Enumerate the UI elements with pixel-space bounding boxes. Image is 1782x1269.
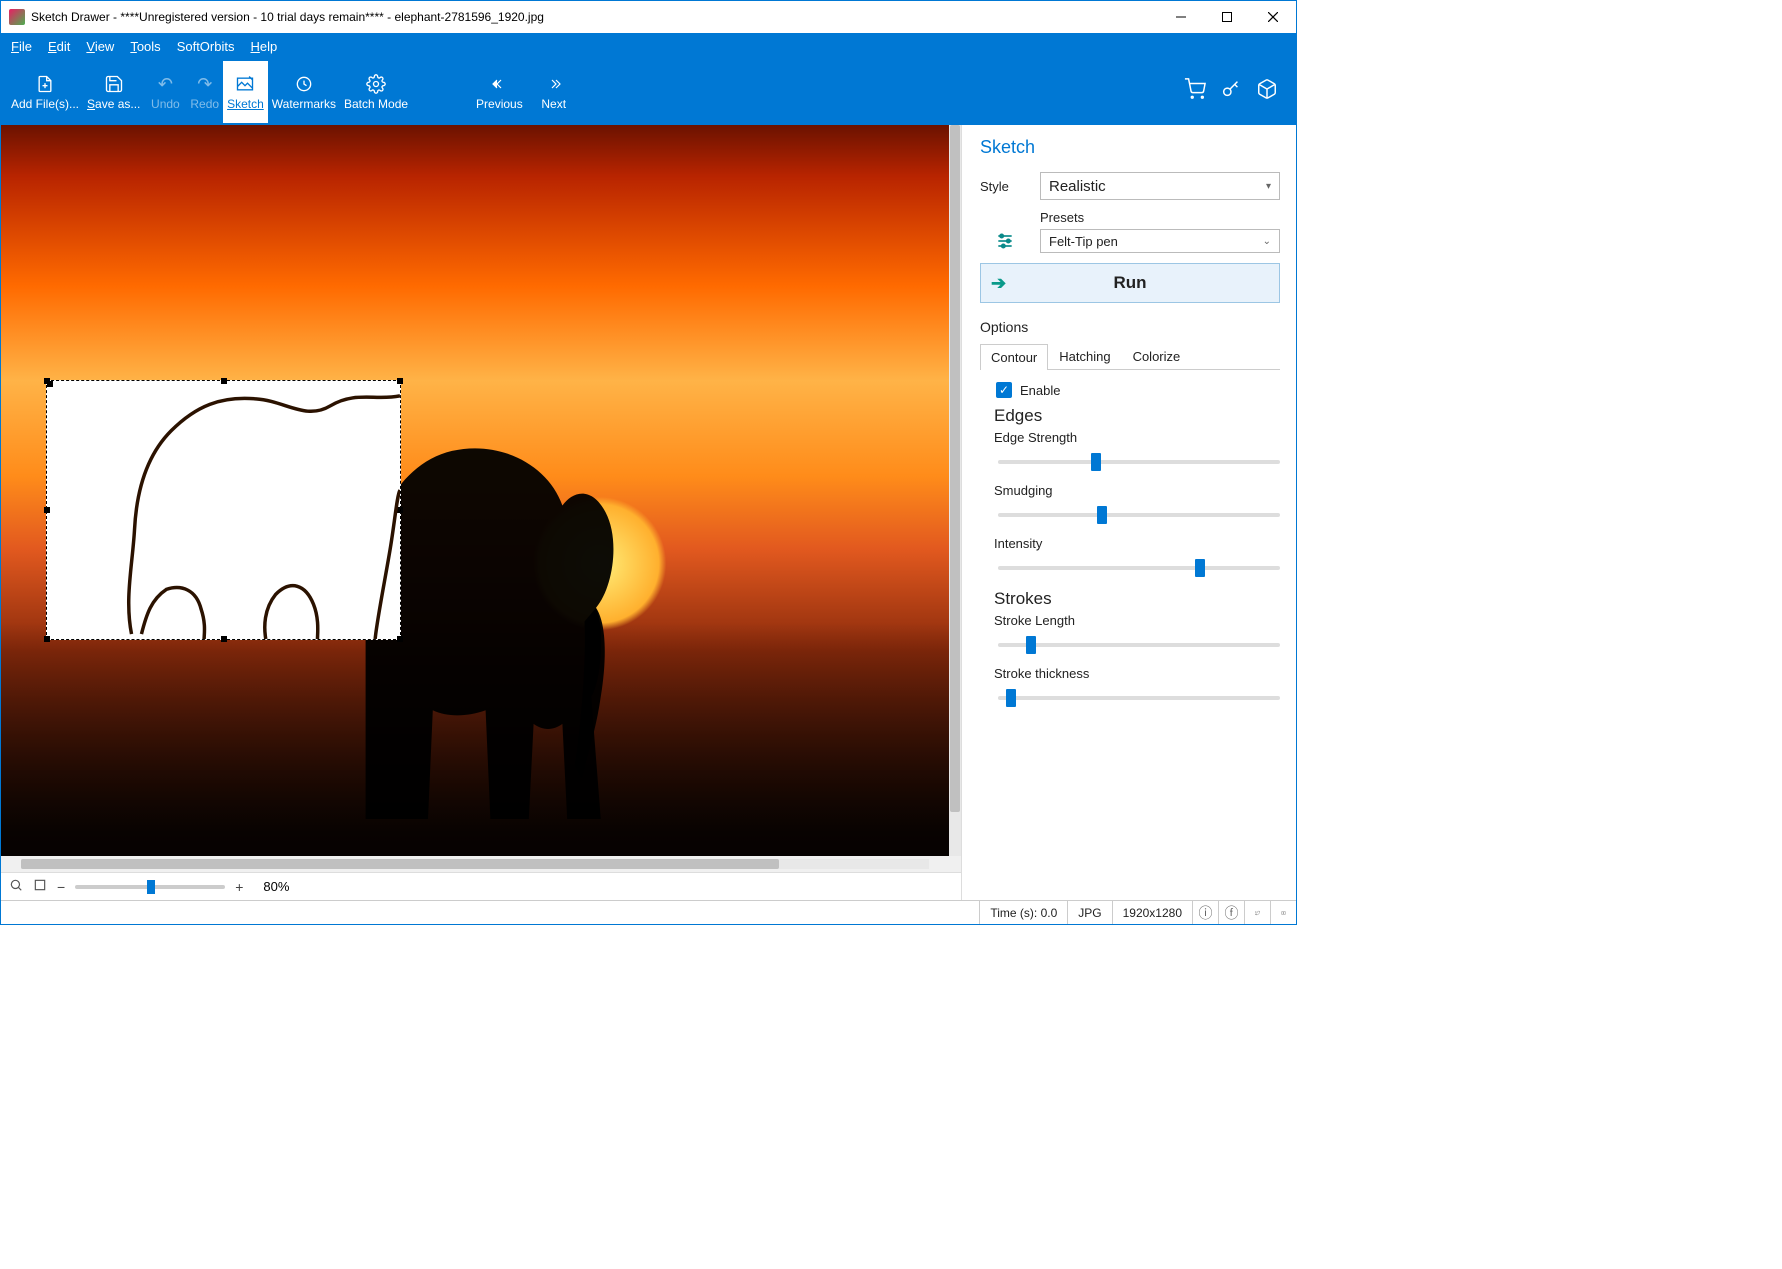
next-button[interactable]: Next [533,61,575,123]
canvas[interactable] [1,125,961,856]
menu-edit[interactable]: Edit [48,39,70,54]
save-icon [104,73,124,95]
stroke-length-slider[interactable] [998,636,1280,654]
zoom-bar: − + 80% [1,872,961,900]
intensity-slider[interactable] [998,559,1280,577]
edge-strength-label: Edge Strength [994,430,1280,445]
previous-button[interactable]: Previous [472,61,527,123]
options-label: Options [980,319,1280,335]
app-icon [9,9,25,25]
chevron-down-icon: ⌄ [1263,236,1271,247]
style-select[interactable]: Realistic ▾ [1040,172,1280,200]
watermark-icon [294,73,314,95]
titlebar: Sketch Drawer - ****Unregistered version… [1,1,1296,33]
tab-colorize[interactable]: Colorize [1122,343,1192,369]
sketch-button[interactable]: Sketch [223,61,268,123]
menu-view[interactable]: View [86,39,114,54]
style-label: Style [980,179,1030,194]
key-icon[interactable] [1220,78,1242,106]
run-arrow-icon: ➔ [991,273,1006,294]
options-tabs: Contour Hatching Colorize [980,343,1280,370]
toolbar: Add File(s)... Save as... ↶ Undo ↷ Redo … [1,59,1296,125]
arrow-right-icon [544,73,564,95]
edge-strength-slider[interactable] [998,453,1280,471]
zoom-out-icon[interactable]: − [57,879,65,895]
facebook-icon[interactable]: ⓕ [1218,901,1244,924]
batch-mode-button[interactable]: Batch Mode [340,61,412,123]
panel-heading: Sketch [980,137,1280,158]
zoom-slider[interactable] [75,885,225,889]
gear-icon [366,73,386,95]
menubar: File Edit View Tools SoftOrbits Help [1,33,1296,59]
edges-heading: Edges [994,406,1280,426]
horizontal-scrollbar[interactable] [1,856,949,872]
intensity-label: Intensity [994,536,1280,551]
tab-contour[interactable]: Contour [980,344,1048,370]
cart-icon[interactable] [1184,78,1206,106]
stroke-thickness-label: Stroke thickness [994,666,1280,681]
strokes-heading: Strokes [994,589,1280,609]
zoom-percent: 80% [263,879,289,894]
close-button[interactable] [1250,1,1296,33]
zoom-fit-icon[interactable] [33,878,47,895]
undo-icon: ↶ [158,73,173,95]
maximize-button[interactable] [1204,1,1250,33]
checkbox-checked-icon: ✓ [996,382,1012,398]
stroke-length-label: Stroke Length [994,613,1280,628]
redo-icon: ↷ [197,73,212,95]
sliders-icon[interactable] [980,229,1030,253]
menu-tools[interactable]: Tools [130,39,160,54]
youtube-icon[interactable] [1270,901,1296,924]
arrow-left-icon [489,73,509,95]
menu-file[interactable]: File [11,39,32,54]
smudging-slider[interactable] [998,506,1280,524]
package-icon[interactable] [1256,78,1278,106]
tab-hatching[interactable]: Hatching [1048,343,1121,369]
enable-checkbox[interactable]: ✓ Enable [996,382,1280,398]
add-file-icon [35,73,55,95]
zoom-in-icon[interactable]: + [235,879,243,895]
sketch-icon [234,73,256,95]
selection-region[interactable] [46,380,401,640]
chevron-down-icon: ▾ [1266,181,1271,192]
vertical-scrollbar[interactable] [949,125,961,856]
status-format: JPG [1067,901,1111,924]
presets-select[interactable]: Felt-Tip pen ⌄ [1040,229,1280,253]
presets-label: Presets [1040,210,1280,225]
status-time: Time (s): 0.0 [979,901,1067,924]
save-as-button[interactable]: Save as... [83,61,144,123]
menu-softorbits[interactable]: SoftOrbits [177,39,235,54]
side-panel: Sketch Style Realistic ▾ Presets Felt-Ti… [961,125,1296,900]
status-bar: Time (s): 0.0 JPG 1920x1280 ⓘ ⓕ [1,900,1296,924]
undo-button[interactable]: ↶ Undo [144,61,186,123]
window-title: Sketch Drawer - ****Unregistered version… [31,10,544,24]
redo-button[interactable]: ↷ Redo [186,61,223,123]
twitter-icon[interactable] [1244,901,1270,924]
stroke-thickness-slider[interactable] [998,689,1280,707]
zoom-actual-icon[interactable] [9,878,23,895]
info-icon[interactable]: ⓘ [1192,901,1218,924]
watermarks-button[interactable]: Watermarks [268,61,340,123]
menu-help[interactable]: Help [250,39,277,54]
minimize-button[interactable] [1158,1,1204,33]
add-files-button[interactable]: Add File(s)... [7,61,83,123]
run-button[interactable]: ➔ Run [980,263,1280,303]
status-dimensions: 1920x1280 [1112,901,1192,924]
smudging-label: Smudging [994,483,1280,498]
